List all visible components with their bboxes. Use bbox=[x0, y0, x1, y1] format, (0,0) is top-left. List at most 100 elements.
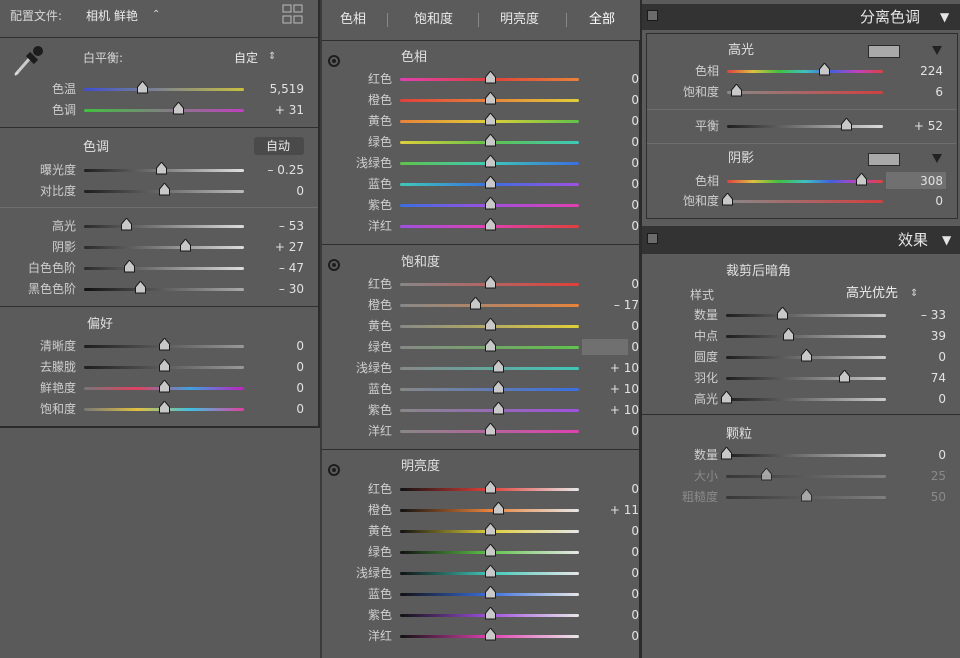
sh-sat-slider-thumb[interactable] bbox=[722, 193, 733, 206]
hue-5-slider-thumb[interactable] bbox=[484, 176, 496, 189]
vig-midpoint-value[interactable]: 39 bbox=[890, 329, 946, 343]
effects-toggle[interactable] bbox=[647, 233, 658, 244]
sat-5-track[interactable] bbox=[400, 388, 579, 391]
vig-feather-track[interactable] bbox=[726, 377, 886, 380]
exposure-value[interactable]: – 0.25 bbox=[248, 163, 304, 177]
grain-roughness-slider-thumb[interactable] bbox=[801, 489, 812, 502]
sat-3-slider-thumb[interactable] bbox=[484, 339, 496, 352]
tab-all[interactable]: 全部 bbox=[589, 13, 615, 27]
tint-value[interactable]: + 31 bbox=[248, 103, 304, 117]
vig-highlights-value[interactable]: 0 bbox=[890, 392, 946, 406]
sat-1-slider-thumb[interactable] bbox=[470, 297, 482, 310]
hl-sat-slider-thumb[interactable] bbox=[731, 84, 743, 97]
shadows-slider-thumb[interactable] bbox=[179, 239, 191, 252]
grain-size-slider-thumb[interactable] bbox=[761, 468, 772, 481]
contrast-slider-thumb[interactable] bbox=[159, 183, 170, 196]
shadows-track[interactable] bbox=[84, 246, 244, 249]
wb-chevron-icon[interactable]: ⇕ bbox=[268, 50, 276, 64]
shadows-value[interactable]: + 27 bbox=[248, 240, 304, 254]
lum-6-value[interactable]: 0 bbox=[583, 608, 639, 622]
grain-size-value[interactable]: 25 bbox=[890, 469, 946, 483]
split-toning-toggle[interactable] bbox=[647, 10, 658, 21]
sh-sat-track[interactable] bbox=[727, 200, 883, 203]
sat-2-value[interactable]: 0 bbox=[583, 319, 639, 333]
sat-5-value[interactable]: + 10 bbox=[583, 382, 639, 396]
tab-luminance[interactable]: 明亮度 bbox=[500, 13, 539, 27]
vig-amount-slider-thumb[interactable] bbox=[777, 307, 788, 320]
lum-3-slider-thumb[interactable] bbox=[484, 544, 496, 557]
lum-5-value[interactable]: 0 bbox=[583, 587, 639, 601]
sat-1-value[interactable]: – 17 bbox=[583, 298, 639, 312]
grain-size-track[interactable] bbox=[726, 475, 886, 478]
shadows-disclosure-icon[interactable] bbox=[932, 154, 942, 163]
hue-2-slider-thumb[interactable] bbox=[484, 113, 496, 126]
lum-1-track[interactable] bbox=[400, 509, 579, 512]
sat-6-slider-thumb[interactable] bbox=[493, 402, 505, 415]
dehaze-slider-thumb[interactable] bbox=[159, 359, 170, 372]
vig-midpoint-track[interactable] bbox=[726, 335, 886, 338]
vig-highlights-slider-thumb[interactable] bbox=[721, 391, 732, 404]
vig-roundness-slider-thumb[interactable] bbox=[801, 349, 812, 362]
sat-4-slider-thumb[interactable] bbox=[493, 360, 505, 373]
highlights-disclosure-icon[interactable] bbox=[932, 46, 942, 55]
dehaze-value[interactable]: 0 bbox=[248, 360, 304, 374]
vig-midpoint-slider-thumb[interactable] bbox=[783, 328, 795, 341]
hue-6-slider-thumb[interactable] bbox=[484, 197, 496, 210]
lum-1-slider-thumb[interactable] bbox=[493, 502, 505, 515]
clarity-slider-thumb[interactable] bbox=[159, 338, 170, 351]
vig-feather-slider-thumb[interactable] bbox=[839, 370, 851, 383]
hue-6-value[interactable]: 0 bbox=[583, 198, 639, 212]
saturation-target-adjust-icon[interactable] bbox=[328, 259, 340, 271]
exposure-slider-thumb[interactable] bbox=[155, 162, 167, 175]
hue-3-slider-thumb[interactable] bbox=[484, 134, 496, 147]
highlights-color-swatch[interactable] bbox=[868, 45, 900, 58]
vig-amount-track[interactable] bbox=[726, 314, 886, 317]
highlights-slider-thumb[interactable] bbox=[120, 218, 132, 231]
lum-3-value[interactable]: 0 bbox=[583, 545, 639, 559]
blacks-value[interactable]: – 30 bbox=[248, 282, 304, 296]
vig-feather-value[interactable]: 74 bbox=[890, 371, 946, 385]
lum-4-slider-thumb[interactable] bbox=[484, 565, 496, 578]
tab-hue[interactable]: 色相 bbox=[340, 13, 366, 27]
split-toning-collapse-icon[interactable]: ▼ bbox=[940, 10, 949, 24]
blacks-slider-thumb[interactable] bbox=[135, 281, 146, 294]
eyedropper-icon[interactable] bbox=[12, 42, 46, 78]
sh-sat-value[interactable]: 0 bbox=[887, 194, 943, 208]
hue-0-slider-thumb[interactable] bbox=[484, 71, 496, 84]
hue-1-slider-thumb[interactable] bbox=[484, 92, 496, 105]
sat-6-track[interactable] bbox=[400, 409, 579, 412]
tab-saturation[interactable]: 饱和度 bbox=[414, 13, 453, 27]
tint-track[interactable] bbox=[84, 109, 244, 112]
lum-6-slider-thumb[interactable] bbox=[484, 607, 496, 620]
lum-7-slider-thumb[interactable] bbox=[484, 628, 496, 641]
sat-2-slider-thumb[interactable] bbox=[484, 318, 496, 331]
sat-7-value[interactable]: 0 bbox=[583, 424, 639, 438]
grain-amount-value[interactable]: 0 bbox=[890, 448, 946, 462]
hl-hue-value[interactable]: 224 bbox=[887, 64, 943, 78]
hue-target-adjust-icon[interactable] bbox=[328, 55, 340, 67]
sat-1-track[interactable] bbox=[400, 304, 579, 307]
clarity-value[interactable]: 0 bbox=[248, 339, 304, 353]
sat-3-value[interactable]: 0 bbox=[583, 340, 639, 354]
hue-7-slider-thumb[interactable] bbox=[484, 218, 496, 231]
vibrance-slider-thumb[interactable] bbox=[159, 380, 170, 393]
sat-4-value[interactable]: + 10 bbox=[583, 361, 639, 375]
lum-0-value[interactable]: 0 bbox=[583, 482, 639, 496]
temp-slider-thumb[interactable] bbox=[136, 81, 148, 94]
hl-hue-slider-thumb[interactable] bbox=[818, 63, 830, 76]
hue-5-value[interactable]: 0 bbox=[583, 177, 639, 191]
grain-amount-track[interactable] bbox=[726, 454, 886, 457]
lum-0-slider-thumb[interactable] bbox=[484, 481, 496, 494]
whites-slider-thumb[interactable] bbox=[123, 260, 135, 273]
whites-value[interactable]: – 47 bbox=[248, 261, 304, 275]
vignette-style-select[interactable]: 高光优先 bbox=[846, 287, 898, 301]
temp-value[interactable]: 5,519 bbox=[248, 82, 304, 96]
vig-amount-value[interactable]: – 33 bbox=[890, 308, 946, 322]
hue-4-slider-thumb[interactable] bbox=[484, 155, 496, 168]
hue-2-value[interactable]: 0 bbox=[583, 114, 639, 128]
grain-amount-slider-thumb[interactable] bbox=[721, 447, 732, 460]
hl-hue-track[interactable] bbox=[727, 70, 883, 73]
vibrance-value[interactable]: 0 bbox=[248, 381, 304, 395]
blacks-track[interactable] bbox=[84, 288, 244, 291]
hue-1-value[interactable]: 0 bbox=[583, 93, 639, 107]
